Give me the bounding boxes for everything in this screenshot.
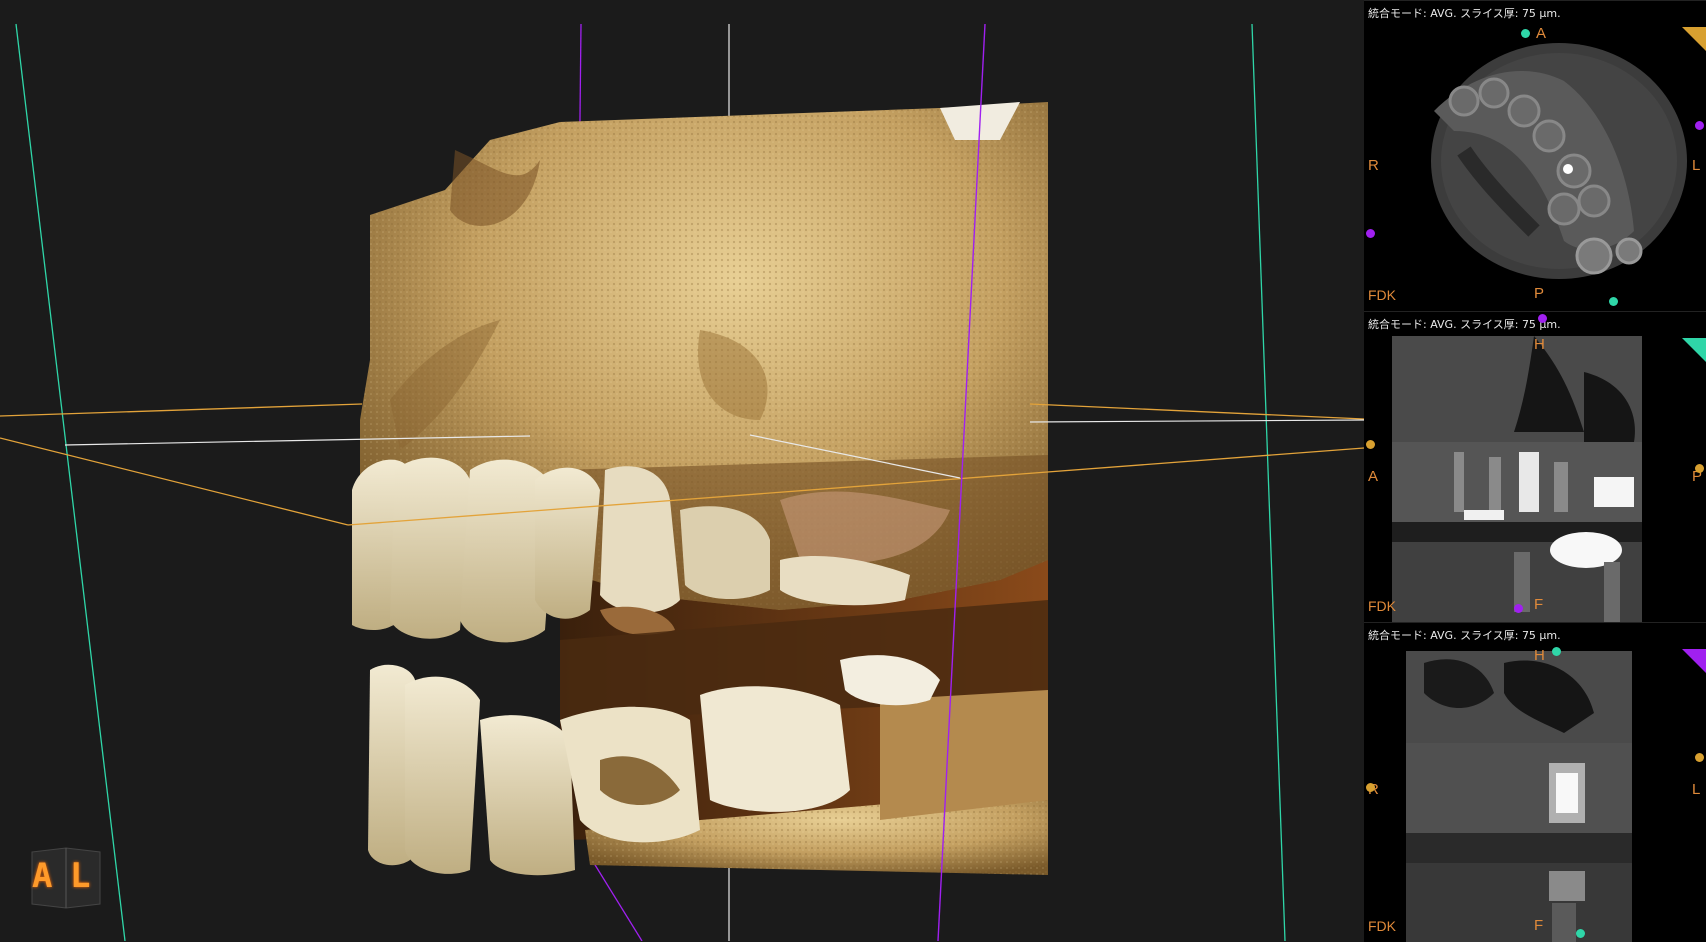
axial-ct-image <box>1431 43 1687 279</box>
axial-plane-line-left <box>0 403 363 417</box>
axial-fdk-label: FDK <box>1368 287 1396 303</box>
coronal-handle-left[interactable] <box>1366 440 1375 449</box>
coronal-handle-top[interactable] <box>1538 314 1547 323</box>
upper-tooth-2 <box>390 457 470 639</box>
lower-tooth-2 <box>405 676 480 874</box>
coronal-plane-line-right <box>1251 23 1286 941</box>
axial-plane-line-right <box>1029 403 1364 420</box>
axial-orient-right: L <box>1692 157 1701 174</box>
coronal-fdk-label: FDK <box>1368 598 1396 614</box>
axial-plane-line-diagonal <box>0 437 349 526</box>
coronal-orient-left: A <box>1368 468 1379 485</box>
lower-tooth-3 <box>480 715 575 876</box>
axial-orient-bottom: P <box>1534 285 1545 302</box>
sagittal-corner-marker <box>1682 649 1706 673</box>
sagittal-handle-right[interactable] <box>1695 753 1704 762</box>
lower-tooth-5 <box>700 686 850 812</box>
axial-handle-left[interactable] <box>1366 229 1375 238</box>
coronal-plane-line-left <box>15 23 126 941</box>
sagittal-fdk-label: FDK <box>1368 918 1396 934</box>
sagittal-orient-right: L <box>1692 781 1701 798</box>
axial-handle-bottom[interactable] <box>1609 297 1618 306</box>
sagittal-slice-view[interactable]: 統合モード: AVG. スライス厚: 75 μm. H R L F FDK <box>1364 622 1706 942</box>
white-ref-line-far <box>1029 419 1364 423</box>
coronal-orient-top: H <box>1534 336 1545 353</box>
sagittal-ct-image <box>1406 651 1632 942</box>
3d-render-viewport[interactable]: A L <box>0 0 1364 941</box>
coronal-corner-marker <box>1682 338 1706 362</box>
sagittal-orient-top: H <box>1534 647 1545 664</box>
slice-panels: 統合モード: AVG. スライス厚: 75 μm. A R L P FDK 統合… <box>1364 0 1706 942</box>
axial-handle-top[interactable] <box>1521 29 1530 38</box>
orientation-cube[interactable]: A L <box>26 846 104 912</box>
coronal-orient-bottom: F <box>1534 596 1544 613</box>
axial-orient-top: A <box>1536 25 1547 42</box>
sagittal-handle-left[interactable] <box>1366 783 1375 792</box>
axial-mode-label: 統合モード: AVG. スライス厚: 75 μm. <box>1368 7 1561 20</box>
sagittal-orient-bottom: F <box>1534 917 1544 934</box>
axial-corner-marker <box>1682 27 1706 51</box>
sagittal-plane-line-bottom <box>591 859 643 941</box>
cube-face-left: L <box>70 856 91 896</box>
axial-orient-left: R <box>1368 157 1379 174</box>
sagittal-mode-label: 統合モード: AVG. スライス厚: 75 μm. <box>1368 629 1561 642</box>
coronal-slice-view[interactable]: 統合モード: AVG. スライス厚: 75 μm. H A P F FDK <box>1364 311 1706 622</box>
axial-handle-right[interactable] <box>1695 121 1704 130</box>
coronal-ct-image <box>1392 336 1642 622</box>
3d-scene[interactable] <box>0 0 1364 941</box>
sagittal-handle-top[interactable] <box>1552 647 1561 656</box>
upper-tooth-4 <box>535 467 600 619</box>
cube-face-anterior: A <box>32 856 53 896</box>
axial-slice-view[interactable]: 統合モード: AVG. スライス厚: 75 μm. A R L P FDK <box>1364 0 1706 311</box>
sagittal-handle-bottom[interactable] <box>1576 929 1585 938</box>
coronal-mode-label: 統合モード: AVG. スライス厚: 75 μm. <box>1368 318 1561 331</box>
coronal-handle-bottom[interactable] <box>1514 604 1523 613</box>
coronal-handle-right[interactable] <box>1695 464 1704 473</box>
